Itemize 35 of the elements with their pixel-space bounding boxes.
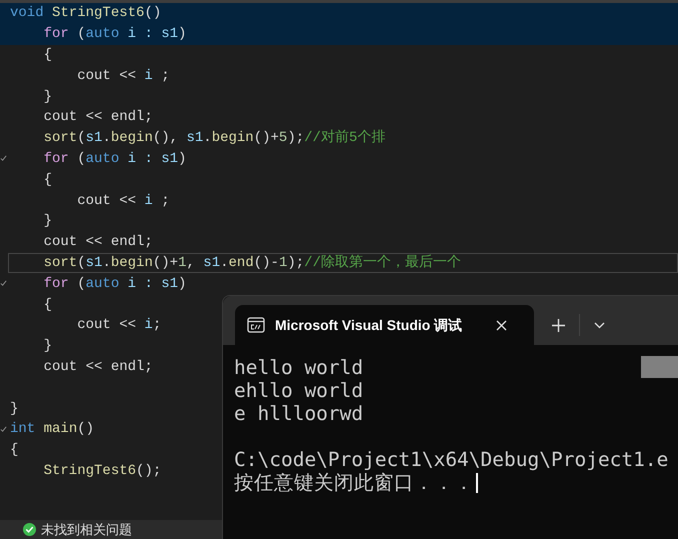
chevron-down-icon[interactable] — [594, 322, 605, 328]
code-line: { — [42, 170, 52, 190]
code-line: cout << endl; — [42, 358, 153, 377]
highlight-block — [641, 356, 678, 378]
console-output-line: e hllloorwd — [234, 402, 364, 425]
console-output-line: C:\code\Project1\x64\Debug\Project1.e — [234, 448, 668, 471]
code-line: cout << i; — [76, 316, 162, 336]
console-output-line: hello world — [234, 356, 364, 379]
code-line: } — [42, 337, 52, 356]
code-line: cout << i ; — [76, 66, 170, 86]
text-cursor — [476, 472, 478, 492]
close-icon[interactable] — [496, 320, 507, 330]
plus-icon[interactable] — [552, 318, 565, 332]
console-output-line: 按任意键关闭此窗口．．． — [234, 471, 474, 494]
code-line: StringTest6(); — [42, 462, 162, 481]
code-line: cout << endl; — [42, 108, 153, 128]
code-line: sort(s1.begin(), s1.begin()+5);//对前5个排 — [42, 128, 386, 148]
code-line: for (auto i : s1) — [42, 150, 186, 169]
code-line: { — [42, 296, 52, 315]
terminal-tab[interactable]: Microsoft Visual Studio 调试 — [235, 305, 534, 345]
code-line: { — [10, 441, 18, 460]
tab-title: Microsoft Visual Studio 调试 — [275, 316, 464, 334]
code-line: { — [42, 46, 52, 65]
code-line: cout << endl; — [42, 233, 153, 252]
code-line: } — [42, 212, 52, 232]
code-line: } — [42, 88, 52, 107]
console-output-line: ehllo world — [234, 379, 364, 402]
status-message: 未找到相关问题 — [41, 520, 132, 539]
console-icon — [247, 317, 265, 333]
code-line: for (auto i : s1) — [42, 274, 186, 294]
code-line: } — [10, 400, 18, 419]
code-line: cout << i ; — [76, 192, 170, 211]
code-line: sort(s1.begin()+1, s1.end()-1);//除取第一个，最后一个 — [42, 254, 461, 273]
code-line: int main() — [10, 420, 94, 440]
check-circle-icon — [23, 523, 36, 536]
